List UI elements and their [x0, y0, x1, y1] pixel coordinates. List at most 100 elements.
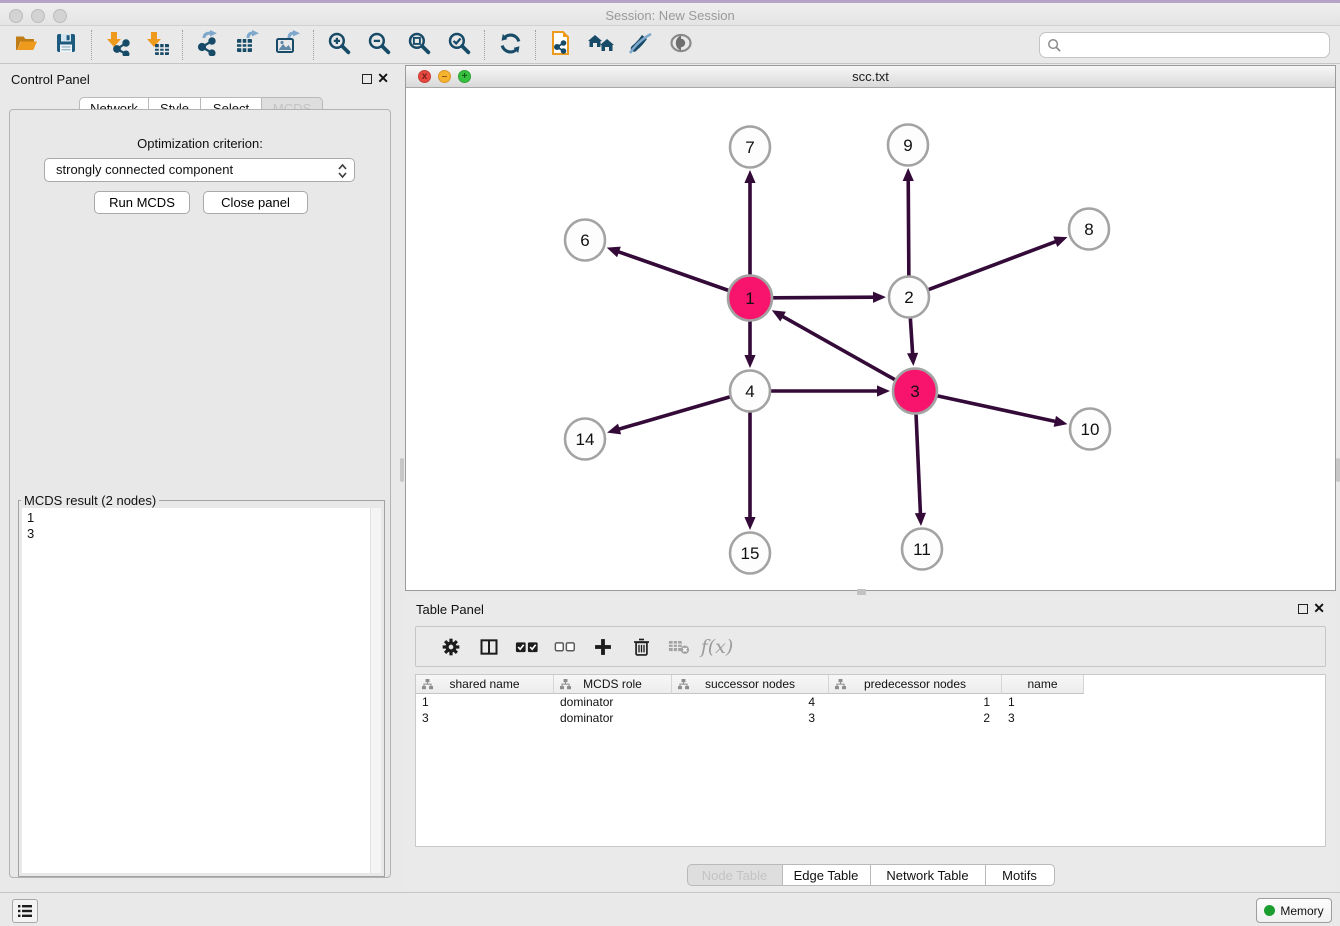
task-history-button[interactable] — [12, 899, 38, 923]
graph-node-6[interactable]: 6 — [565, 220, 605, 261]
criterion-select[interactable]: strongly connected component — [44, 158, 355, 182]
memory-button-label: Memory — [1280, 904, 1323, 918]
export-network-button[interactable] — [188, 29, 228, 61]
mcds-result-list[interactable]: 1 3 — [22, 508, 381, 873]
import-network-button[interactable] — [97, 29, 137, 61]
graph-node-3[interactable]: 3 — [893, 369, 937, 414]
graph-node-8[interactable]: 8 — [1069, 209, 1109, 250]
mcds-result-text: 1 3 — [27, 510, 34, 541]
table-tab-node-table[interactable]: Node Table — [687, 864, 783, 886]
table-tab-motifs[interactable]: Motifs — [986, 864, 1055, 886]
add-column-button[interactable] — [584, 634, 622, 660]
edge-3-1[interactable] — [772, 310, 895, 379]
delete-table-button[interactable] — [660, 634, 698, 660]
select-all-rows-button[interactable] — [508, 634, 546, 660]
zoom-selected-button[interactable] — [439, 29, 479, 61]
graph-node-1[interactable]: 1 — [728, 276, 772, 321]
left-splitter-handle[interactable] — [400, 458, 404, 482]
graph-node-15[interactable]: 15 — [730, 533, 770, 574]
network-window-titlebar[interactable]: x – + scc.txt — [406, 66, 1335, 88]
edge-1-7[interactable] — [744, 170, 755, 275]
graph-node-11[interactable]: 11 — [902, 529, 942, 570]
memory-status-icon — [1264, 905, 1275, 916]
memory-button[interactable]: Memory — [1256, 898, 1332, 923]
zoom-fit-button[interactable] — [399, 29, 439, 61]
arrowhead-icon — [1053, 236, 1067, 246]
node-label: 2 — [904, 288, 913, 307]
trash-icon — [632, 637, 651, 657]
edge-4-3[interactable] — [771, 385, 890, 396]
table-tab-edge-table[interactable]: Edge Table — [783, 864, 871, 886]
network-view-window: x – + scc.txt 7 9 6 8 1 2 4 3 14 10 15 11 — [405, 65, 1336, 591]
columns-icon — [479, 637, 499, 657]
checked-boxes-icon — [515, 638, 539, 656]
save-session-button[interactable] — [46, 29, 86, 61]
table-cell: 3 — [416, 710, 554, 726]
table-cell: 1 — [829, 694, 1002, 710]
control-panel: Control Panel ✕ NetworkStyleSelectMCDS O… — [0, 65, 400, 882]
arrowhead-icon — [744, 170, 755, 183]
table-panel: Table Panel ✕ — [405, 595, 1336, 890]
graph-node-2[interactable]: 2 — [889, 277, 929, 318]
edge-4-14[interactable] — [607, 397, 730, 434]
deselect-all-rows-button[interactable] — [546, 634, 584, 660]
export-table-button[interactable] — [228, 29, 268, 61]
column-header-successor-nodes[interactable]: successor nodes — [672, 675, 829, 694]
column-header-shared-name[interactable]: shared name — [416, 675, 554, 694]
table-row[interactable]: 3dominator323 — [416, 710, 1325, 726]
run-mcds-button[interactable]: Run MCDS — [94, 191, 190, 214]
right-splitter-handle[interactable] — [1336, 458, 1340, 482]
edge-4-15[interactable] — [744, 412, 755, 530]
column-header-MCDS-role[interactable]: MCDS role — [554, 675, 672, 694]
graph-node-9[interactable]: 9 — [888, 125, 928, 166]
houses-icon — [587, 31, 615, 58]
column-header-name[interactable]: name — [1002, 675, 1084, 694]
edge-3-10[interactable] — [937, 396, 1067, 427]
import-table-button[interactable] — [137, 29, 177, 61]
search-input[interactable] — [1066, 34, 1324, 56]
table-cell: 2 — [829, 710, 1002, 726]
edge-1-4[interactable] — [744, 321, 755, 368]
result-scrollbar[interactable] — [370, 508, 381, 873]
delete-column-button[interactable] — [622, 634, 660, 660]
table-cell: dominator — [554, 694, 672, 710]
open-session-button[interactable] — [6, 29, 46, 61]
table-tab-network-table[interactable]: Network Table — [871, 864, 986, 886]
table-row[interactable]: 1dominator411 — [416, 694, 1325, 710]
edge-2-9[interactable] — [903, 168, 914, 276]
column-header-predecessor-nodes[interactable]: predecessor nodes — [829, 675, 1002, 694]
edge-2-3[interactable] — [907, 318, 918, 366]
toggle-graphics-details-button[interactable] — [661, 29, 701, 61]
mcds-tab-content: Optimization criterion: strongly connect… — [9, 109, 391, 878]
close-panel-button[interactable]: Close panel — [203, 191, 308, 214]
function-builder-button[interactable]: f(x) — [698, 634, 736, 660]
edge-1-2[interactable] — [773, 292, 886, 303]
apply-layout-button[interactable] — [490, 29, 530, 61]
clone-network-button[interactable] — [541, 29, 581, 61]
show-all-networks-button[interactable] — [581, 29, 621, 61]
export-table-icon — [235, 30, 261, 59]
export-network-icon — [195, 30, 221, 59]
edge-2-8[interactable] — [929, 236, 1068, 289]
toolbar-separator — [535, 30, 536, 60]
graph-node-7[interactable]: 7 — [730, 127, 770, 168]
close-panel-icon[interactable]: ✕ — [377, 70, 389, 87]
show-columns-button[interactable] — [470, 634, 508, 660]
float-panel-icon[interactable] — [362, 74, 372, 84]
zoom-out-button[interactable] — [359, 29, 399, 61]
table-float-panel-icon[interactable] — [1298, 604, 1308, 614]
table-close-panel-icon[interactable]: ✕ — [1313, 600, 1325, 617]
column-header-label: name — [1027, 677, 1057, 691]
edge-1-6[interactable] — [607, 247, 729, 291]
network-canvas[interactable]: 7 9 6 8 1 2 4 3 14 10 15 11 — [406, 89, 1335, 590]
graph-node-4[interactable]: 4 — [730, 371, 770, 412]
table-settings-button[interactable] — [432, 634, 470, 660]
export-image-button[interactable] — [268, 29, 308, 61]
arrowhead-icon — [744, 517, 755, 530]
apply-style-button[interactable] — [621, 29, 661, 61]
edge-3-11[interactable] — [915, 414, 926, 526]
graph-node-14[interactable]: 14 — [565, 419, 605, 460]
zoom-in-button[interactable] — [319, 29, 359, 61]
column-header-label: predecessor nodes — [864, 677, 966, 691]
graph-node-10[interactable]: 10 — [1070, 409, 1110, 450]
